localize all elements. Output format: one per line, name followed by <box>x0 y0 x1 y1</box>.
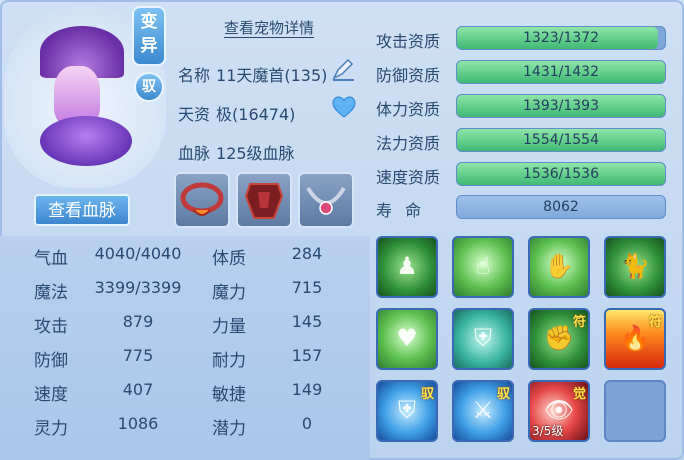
stat-value: 1086 <box>117 414 159 433</box>
stat-value: 157 <box>291 346 323 365</box>
aptitude-value: 1323/1372 <box>523 30 599 46</box>
lifespan-value: 8062 <box>543 199 579 215</box>
lifespan-bar: 8062 <box>456 195 666 219</box>
view-bloodline-button[interactable]: 查看血脉 <box>34 194 130 226</box>
ride-badge: 驭 <box>134 72 164 102</box>
skill-slot[interactable]: ⚔ 驭 <box>452 380 514 442</box>
aptitude-value: 1431/1432 <box>523 64 599 80</box>
stat-value: 879 <box>122 312 154 331</box>
skill-tag: 符 <box>648 315 662 330</box>
heart-icon[interactable] <box>332 96 356 118</box>
stat-value: 149 <box>291 380 323 399</box>
pointing-hand-icon: ☝ <box>475 252 491 280</box>
talent-row: 天资 极(16474) <box>178 101 295 125</box>
aptitude-bar: 1431/1432 <box>456 60 666 84</box>
aptitude-value: 1393/1393 <box>523 98 599 114</box>
green-cat-icon: 🐈 <box>620 252 650 280</box>
bloodline-value: 125级血脉 <box>216 144 295 163</box>
aptitude-bar: 1323/1372 <box>456 26 666 50</box>
equip-slot-armor[interactable] <box>236 172 292 228</box>
equip-slot-necklace[interactable] <box>298 172 354 228</box>
stat-label: 气血 <box>34 249 68 269</box>
stat-label: 潜力 <box>212 419 246 439</box>
stat-label: 力量 <box>212 317 246 337</box>
skill-tag: 驭 <box>420 387 434 402</box>
stat-value: 4040/4040 <box>94 244 182 263</box>
stat-label: 灵力 <box>34 419 68 439</box>
stat-value: 0 <box>301 414 313 433</box>
aptitude-label: 攻击资质 <box>376 32 441 51</box>
heart-sparkle-icon: ♥ <box>396 324 418 352</box>
stat-value: 407 <box>122 380 154 399</box>
stat-label: 魔法 <box>34 283 68 303</box>
skill-level: 3/5级 <box>532 424 564 438</box>
variant-badge: 变 异 <box>132 6 166 66</box>
name-label: 名称 <box>178 66 211 85</box>
stat-value: 145 <box>291 312 323 331</box>
stat-value: 775 <box>122 346 154 365</box>
necklace-icon <box>306 186 346 215</box>
equip-slot-collar[interactable] <box>174 172 230 228</box>
skill-slot[interactable]: ☝ <box>452 236 514 298</box>
stat-label: 耐力 <box>212 351 246 371</box>
armor-icon <box>244 183 284 219</box>
skill-slot[interactable]: ♟ <box>376 236 438 298</box>
stat-label: 魔力 <box>212 283 246 303</box>
stats-panel: 气血 4040/4040 体质 284 魔法 3399/3399 魔力 715 攻击 879 力量 1… <box>0 236 370 460</box>
shield-arrow-icon: ⛨ <box>474 324 492 352</box>
stat-label: 敏捷 <box>212 385 246 405</box>
praying-hand-icon: ✋ <box>544 252 574 280</box>
skill-slot[interactable]: 🐈 <box>604 236 666 298</box>
talent-label: 天资 <box>178 105 211 124</box>
aptitude-label: 防御资质 <box>376 66 441 85</box>
stat-label: 速度 <box>34 385 68 405</box>
skill-slot[interactable]: ♥ <box>376 308 438 370</box>
name-value: 11天魔首(135) <box>216 66 328 85</box>
aptitude-value: 1536/1536 <box>523 166 599 182</box>
green-figure-icon: ♟ <box>396 252 418 280</box>
skill-tag: 驭 <box>496 387 510 402</box>
skill-slot[interactable]: 🔥 符 <box>604 308 666 370</box>
bloodline-label: 血脉 <box>178 144 211 163</box>
collar-icon <box>180 182 224 216</box>
skill-tag: 符 <box>572 315 586 330</box>
skill-tag: 觉 <box>572 387 586 402</box>
pet-mount <box>40 116 132 166</box>
stat-label: 体质 <box>212 249 246 269</box>
stat-label: 攻击 <box>34 317 68 337</box>
stat-value: 3399/3399 <box>94 278 182 297</box>
aptitude-bar: 1393/1393 <box>456 94 666 118</box>
skill-slot[interactable] <box>604 380 666 442</box>
aptitude-bar: 1554/1554 <box>456 128 666 152</box>
aptitude-bar: 1536/1536 <box>456 162 666 186</box>
rename-pen-icon[interactable] <box>330 56 356 82</box>
skill-slot[interactable]: ✋ <box>528 236 590 298</box>
stat-label: 防御 <box>34 351 68 371</box>
talent-value: 极(16474) <box>216 105 296 124</box>
view-pet-details-link[interactable]: 查看宠物详情 <box>224 17 314 38</box>
aptitude-label: 法力资质 <box>376 134 441 153</box>
bloodline-row: 血脉 125级血脉 <box>178 140 295 164</box>
skill-slot[interactable]: ✊ 符 <box>528 308 590 370</box>
stat-value: 715 <box>291 278 323 297</box>
aptitude-label: 速度资质 <box>376 168 441 187</box>
skill-slot[interactable]: ⛨ <box>452 308 514 370</box>
stat-value: 284 <box>291 244 323 263</box>
skill-slot[interactable]: ⛨ 驭 <box>376 380 438 442</box>
aptitude-label: 体力资质 <box>376 100 441 119</box>
skill-slot[interactable]: 👁 觉 3/5级 <box>528 380 590 442</box>
name-row: 名称 11天魔首(135) <box>178 62 327 86</box>
aptitude-value: 1554/1554 <box>523 132 599 148</box>
lifespan-label: 寿 命 <box>376 201 426 220</box>
